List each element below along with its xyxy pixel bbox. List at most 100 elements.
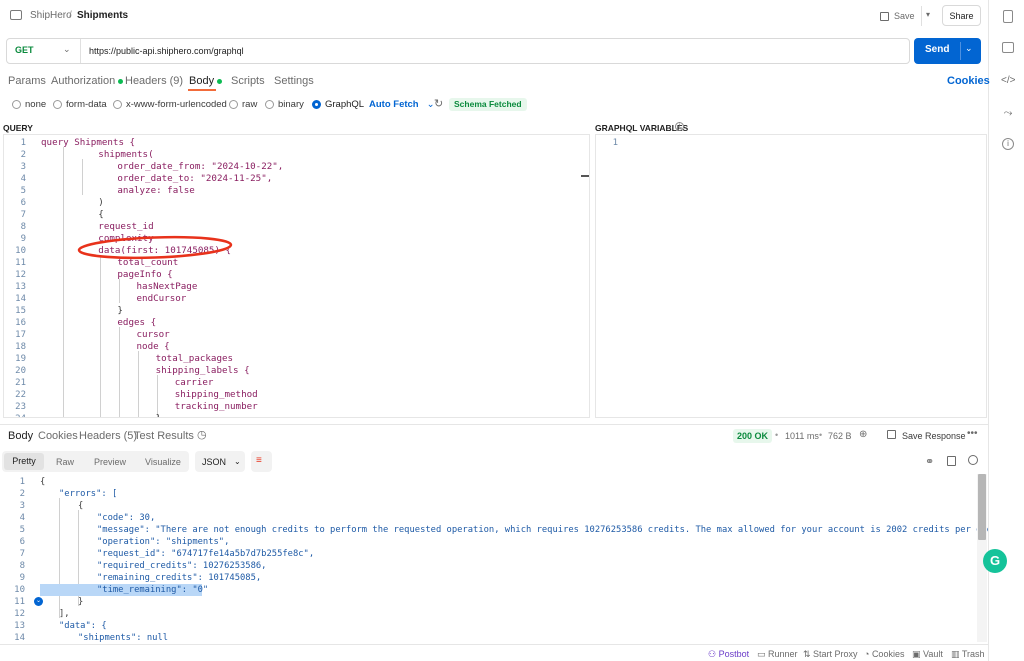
line-number: 10 <box>15 246 26 256</box>
comments-icon[interactable] <box>1002 42 1014 53</box>
response-body[interactable]: 1 {2 "errors": [3 {4 "code": 30, 5 "message": … <box>0 474 988 642</box>
save-button[interactable]: Save <box>880 6 920 26</box>
response-tab-tests[interactable]: Test Results <box>134 430 194 442</box>
runner-button[interactable]: ▭ Runner <box>757 649 798 660</box>
body-type-graphql[interactable]: GraphQL <box>312 99 364 110</box>
trash-icon: ▥ <box>951 649 962 659</box>
code-line: shipping_method <box>174 389 258 400</box>
vault-button[interactable]: ▣ Vault <box>912 649 943 660</box>
tab-authorization[interactable]: Authorization <box>51 75 124 87</box>
indent-guide <box>100 255 101 417</box>
auto-fetch-toggle[interactable]: Auto Fetch ⌄ <box>369 99 435 110</box>
response-tab-cookies[interactable]: Cookies <box>38 430 78 442</box>
line-number: 13 <box>15 282 26 292</box>
view-tab-visualize[interactable]: Visualize <box>145 457 181 467</box>
breadcrumb-workspace[interactable]: ShipHero <box>30 10 72 21</box>
graphql-variables-editor[interactable]: 1 <box>595 134 987 418</box>
status-dot <box>118 78 124 84</box>
chevron-down-icon[interactable]: ⌄ <box>965 43 973 54</box>
json-line: "errors": [ <box>59 489 118 499</box>
tab-params[interactable]: Params <box>8 75 46 87</box>
tab-scripts[interactable]: Scripts <box>231 75 265 87</box>
cookie-icon: ◔ <box>864 649 872 659</box>
send-label: Send <box>925 44 950 55</box>
wrap-lines-button[interactable]: ≡ <box>251 451 272 472</box>
method-select[interactable]: GET ⌄ <box>7 39 81 63</box>
json-line: { <box>78 501 84 511</box>
body-type-urlencoded[interactable]: x-www-form-urlencoded <box>113 99 227 110</box>
json-line: "time_remaining": "0" <box>97 585 209 595</box>
line-number: 3 <box>20 162 26 172</box>
json-line: } <box>78 597 84 607</box>
code-line: } <box>156 413 162 417</box>
vault-label: Vault <box>923 649 943 659</box>
radio-icon <box>113 100 122 109</box>
body-type-raw[interactable]: raw <box>229 99 257 110</box>
format-select[interactable]: JSON ⌄ <box>195 451 245 472</box>
cookies-link[interactable]: Cookies <box>947 75 990 87</box>
send-button[interactable]: Send ⌄ <box>914 38 981 64</box>
start-proxy-button[interactable]: ⇅ Start Proxy <box>803 649 858 660</box>
tab-headers[interactable]: Headers (9) <box>125 75 183 87</box>
line-number: 8 <box>20 222 26 232</box>
refresh-icon[interactable]: ↻ <box>434 97 443 110</box>
response-time[interactable]: 1011 ms <box>785 431 819 441</box>
response-size[interactable]: 762 B <box>828 431 852 441</box>
save-response-button[interactable]: Save Response <box>902 431 966 441</box>
line-number: 21 <box>15 378 26 388</box>
line-number: 14 <box>14 633 25 642</box>
json-line: ], <box>59 609 70 619</box>
json-line: "remaining_credits": 101745085, <box>97 573 262 583</box>
related-collections-icon[interactable]: ⤳ <box>1001 106 1015 120</box>
response-tab-body[interactable]: Body <box>8 430 33 442</box>
save-dropdown-button[interactable]: ▾ <box>921 6 935 26</box>
fold-indicator-icon[interactable]: ⌄ <box>34 597 43 606</box>
line-number: 9 <box>19 573 25 583</box>
code-line: query Shipments { <box>41 137 136 148</box>
query-editor[interactable]: 1 query Shipments {2 shipments(3 order_date… <box>3 134 590 418</box>
indent-guide <box>119 279 120 303</box>
cookies-button[interactable]: ◔ Cookies <box>864 649 904 659</box>
line-number: 15 <box>15 306 26 316</box>
response-tab-headers[interactable]: Headers (5) <box>79 430 137 442</box>
view-tab-preview[interactable]: Preview <box>94 457 126 467</box>
tab-settings[interactable]: Settings <box>274 75 314 87</box>
share-button[interactable]: Share <box>942 5 981 26</box>
network-icon[interactable]: ⊕ <box>859 429 867 440</box>
line-number: 24 <box>4 413 26 417</box>
documentation-icon[interactable] <box>1003 10 1013 23</box>
url-input[interactable] <box>89 42 889 60</box>
tab-body-underline <box>188 89 216 91</box>
history-icon[interactable]: ◷ <box>197 428 207 441</box>
copy-icon[interactable] <box>947 456 956 466</box>
info-icon[interactable]: i <box>675 122 684 131</box>
view-tab-pretty[interactable]: Pretty <box>4 453 44 470</box>
view-tab-raw[interactable]: Raw <box>56 457 74 467</box>
link-icon[interactable]: ⚭ <box>925 455 934 468</box>
indent-guide <box>157 375 158 417</box>
postbot-button[interactable]: ⚇ Postbot <box>708 649 749 660</box>
info-icon[interactable]: i <box>1002 138 1014 150</box>
format-label: JSON <box>202 456 227 467</box>
body-type-none[interactable]: none <box>12 99 46 110</box>
body-type-label: form-data <box>66 99 107 110</box>
tab-body[interactable]: Body <box>189 75 223 87</box>
grammarly-icon[interactable]: G <box>983 549 1007 573</box>
scrollbar-thumb[interactable] <box>978 474 986 540</box>
splitter-handle[interactable] <box>581 175 589 177</box>
trash-label: Trash <box>961 649 985 659</box>
indent-guide <box>82 159 83 195</box>
share-label: Share <box>949 11 974 21</box>
line-number: 4 <box>20 174 26 184</box>
more-icon[interactable]: ••• <box>967 428 978 439</box>
code-icon[interactable]: </> <box>1001 74 1015 88</box>
radio-selected-icon <box>312 100 321 109</box>
code-line: } <box>117 305 123 316</box>
code-line: analyze: false <box>117 185 195 196</box>
trash-button[interactable]: ▥ Trash <box>951 649 985 660</box>
status-badge[interactable]: 200 OK <box>733 429 773 443</box>
body-type-binary[interactable]: binary <box>265 99 304 110</box>
body-type-form-data[interactable]: form-data <box>53 99 107 110</box>
breadcrumb-request[interactable]: Shipments <box>77 10 128 21</box>
search-icon[interactable] <box>968 455 978 465</box>
